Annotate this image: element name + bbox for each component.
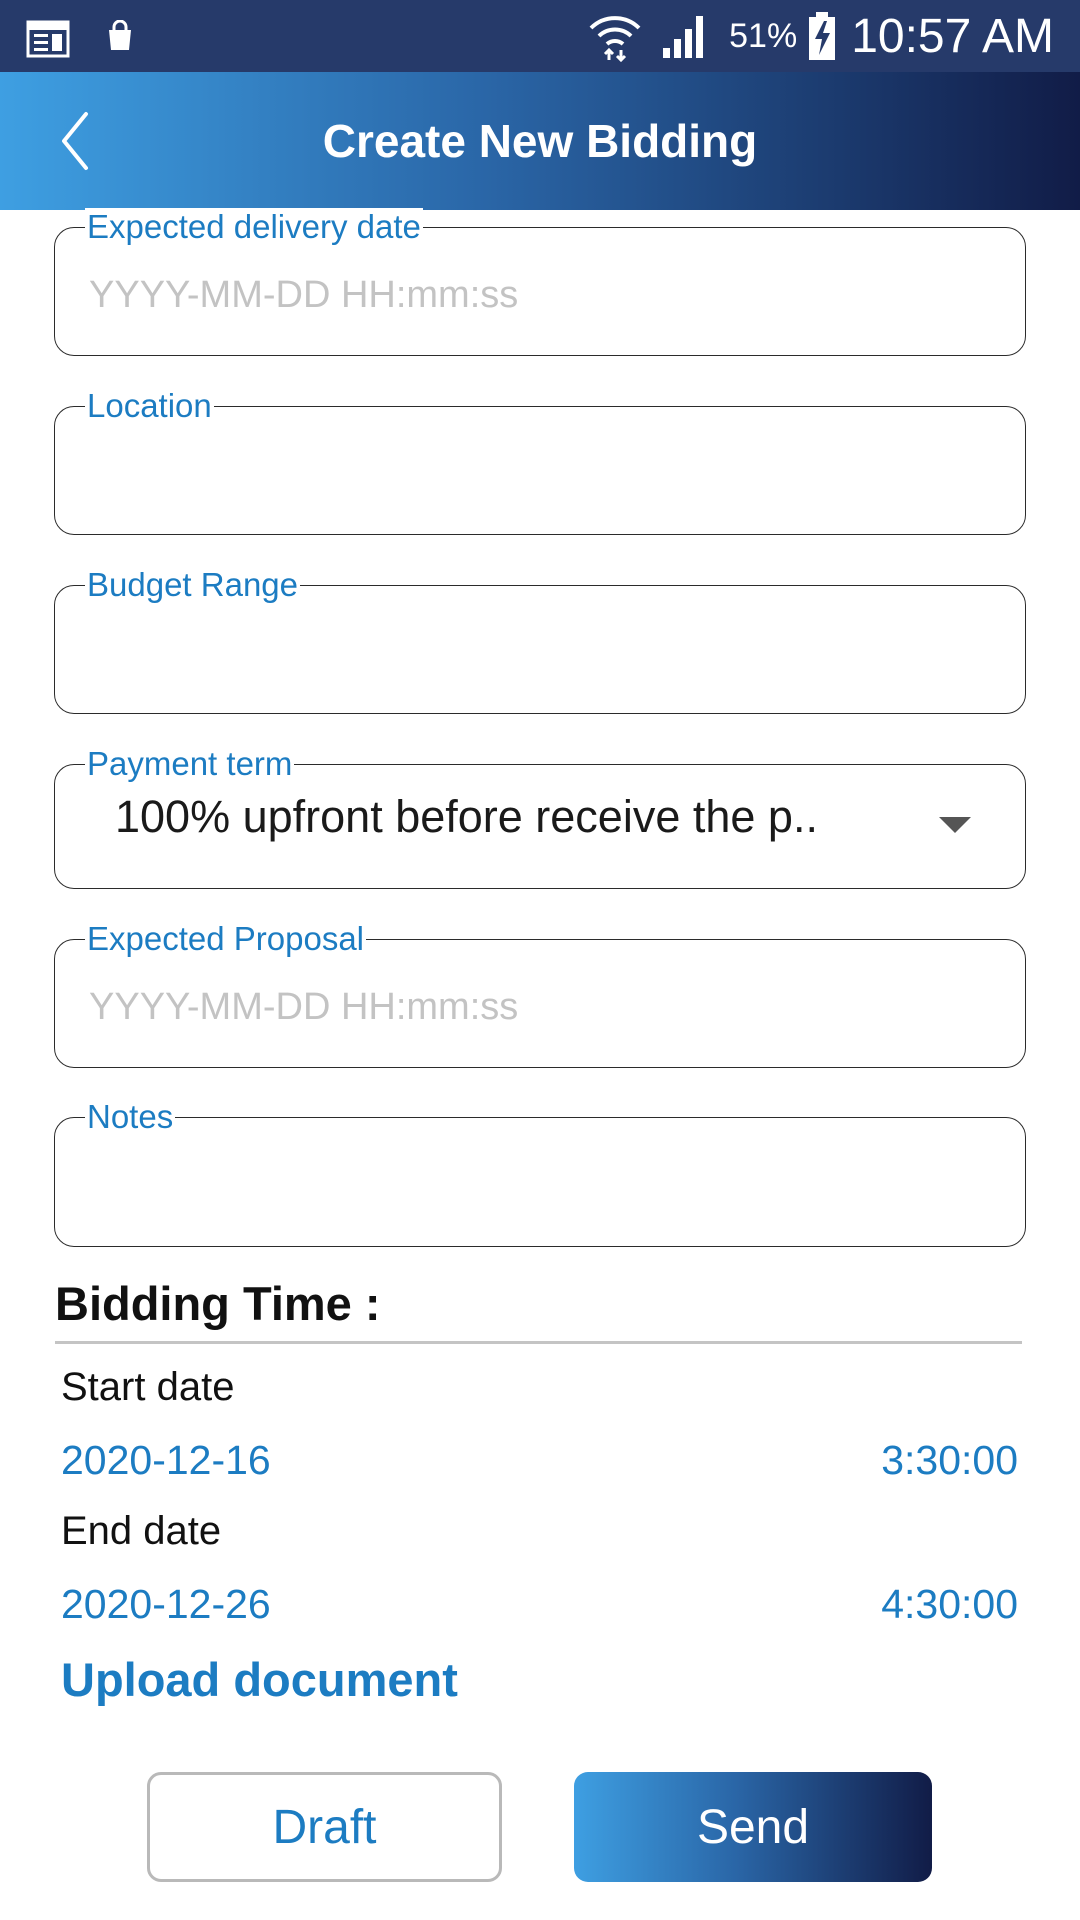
budget-range-label: Budget Range xyxy=(85,566,301,604)
payment-term-dropdown[interactable]: Payment term 100% upfront before receive… xyxy=(54,745,1026,889)
notes-label: Notes xyxy=(85,1098,176,1136)
draft-button[interactable]: Draft xyxy=(147,1772,502,1882)
shopping-bag-icon xyxy=(106,19,134,57)
wifi-icon xyxy=(587,10,643,62)
end-date-label: End date xyxy=(61,1509,222,1553)
payment-term-selected-value: 100% upfront before receive the p.. xyxy=(115,791,818,842)
expected-delivery-date-field: Expected delivery date xyxy=(54,208,1026,356)
budget-range-input[interactable] xyxy=(89,608,995,699)
start-time-value[interactable]: 3:30:00 xyxy=(881,1437,1018,1484)
expected-delivery-date-label: Expected delivery date xyxy=(85,208,423,246)
start-date-label: Start date xyxy=(61,1365,235,1409)
bidding-time-title: Bidding Time : xyxy=(55,1277,381,1330)
dropdown-arrow-icon xyxy=(939,817,971,833)
section-divider xyxy=(55,1341,1022,1344)
expected-delivery-date-input[interactable] xyxy=(89,250,995,341)
upload-document-link[interactable]: Upload document xyxy=(61,1652,458,1707)
battery-charging-icon xyxy=(807,11,837,61)
notes-input[interactable] xyxy=(89,1140,995,1232)
chevron-left-icon xyxy=(50,112,130,186)
app-header: Create New Bidding xyxy=(0,72,1080,210)
location-input[interactable] xyxy=(89,429,995,520)
page-title: Create New Bidding xyxy=(322,115,758,167)
status-time: 10:57 AM xyxy=(851,9,1054,63)
send-button[interactable]: Send xyxy=(574,1772,932,1882)
end-date-value[interactable]: 2020-12-26 xyxy=(61,1581,271,1628)
expected-proposal-label: Expected Proposal xyxy=(85,920,367,958)
expected-proposal-field: Expected Proposal xyxy=(54,920,1026,1068)
start-date-value[interactable]: 2020-12-16 xyxy=(61,1437,271,1484)
notes-field: Notes xyxy=(54,1098,1026,1247)
calendar-icon xyxy=(26,18,70,63)
battery-percentage: 51% xyxy=(729,16,798,55)
location-field: Location xyxy=(54,387,1026,535)
expected-proposal-input[interactable] xyxy=(89,962,995,1053)
back-button[interactable] xyxy=(50,100,130,182)
status-bar: 51% 10:57 AM xyxy=(0,0,1080,72)
budget-range-field: Budget Range xyxy=(54,566,1026,714)
signal-icon xyxy=(661,12,711,60)
end-time-value[interactable]: 4:30:00 xyxy=(881,1581,1018,1628)
payment-term-label: Payment term xyxy=(85,745,295,783)
location-label: Location xyxy=(85,387,214,425)
